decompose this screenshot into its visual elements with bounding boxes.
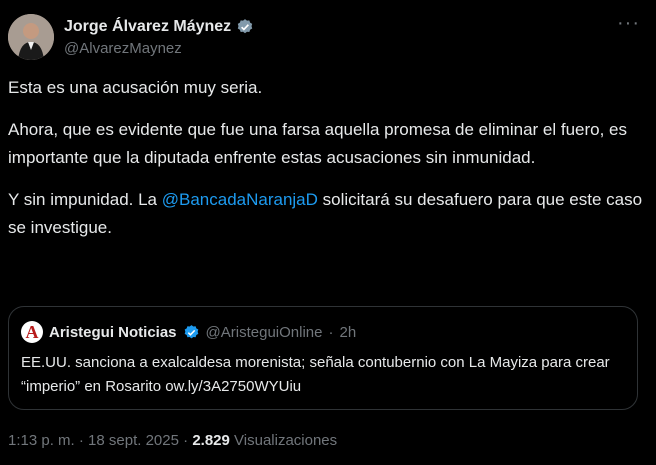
aristegui-logo-letter: A	[25, 322, 39, 342]
post-time[interactable]: 1:13 p. m.	[8, 432, 75, 449]
tweet-paragraph-3-start: Y sin impunidad. La	[8, 190, 162, 209]
quote-time[interactable]: 2h	[339, 324, 356, 341]
quote-author-handle[interactable]: @AristeguiOnline	[206, 324, 323, 341]
quote-author-name[interactable]: Aristegui Noticias	[49, 324, 177, 341]
quote-separator: ·	[328, 323, 334, 341]
tweet-paragraph-3: Y sin impunidad. La @BancadaNaranjaD sol…	[8, 186, 648, 242]
footer-separator-1: ·	[78, 432, 84, 449]
tweet-header: Jorge Álvarez Máynez @AlvarezMaynez ···	[8, 10, 648, 64]
tweet-text: Esta es una acusación muy seria. Ahora, …	[8, 74, 648, 256]
quoted-tweet[interactable]: A Aristegui Noticias @AristeguiOnline · …	[8, 306, 638, 410]
author-handle[interactable]: @AlvarezMaynez	[64, 40, 254, 57]
mention-link[interactable]: @BancadaNaranjaD	[162, 190, 318, 209]
tweet-paragraph-2: Ahora, que es evidente que fue una farsa…	[8, 120, 628, 167]
quote-text: EE.UU. sanciona a exalcaldesa morenista;…	[21, 354, 610, 395]
author-avatar[interactable]	[8, 14, 54, 60]
tweet-footer: 1:13 p. m. · 18 sept. 2025 · 2.829 Visua…	[8, 432, 337, 449]
verified-badge-icon	[237, 19, 253, 34]
views-label[interactable]: Visualizaciones	[234, 432, 337, 449]
more-options-icon[interactable]: ···	[617, 13, 640, 33]
views-count[interactable]: 2.829	[192, 432, 230, 449]
aristegui-logo-icon: A	[21, 321, 43, 343]
footer-separator-2: ·	[183, 432, 189, 449]
quote-verified-badge-icon	[184, 324, 198, 338]
tweet-paragraph-1: Esta es una acusación muy seria.	[8, 78, 263, 97]
author-name[interactable]: Jorge Álvarez Máynez	[64, 18, 231, 36]
post-date[interactable]: 18 sept. 2025	[88, 432, 179, 449]
